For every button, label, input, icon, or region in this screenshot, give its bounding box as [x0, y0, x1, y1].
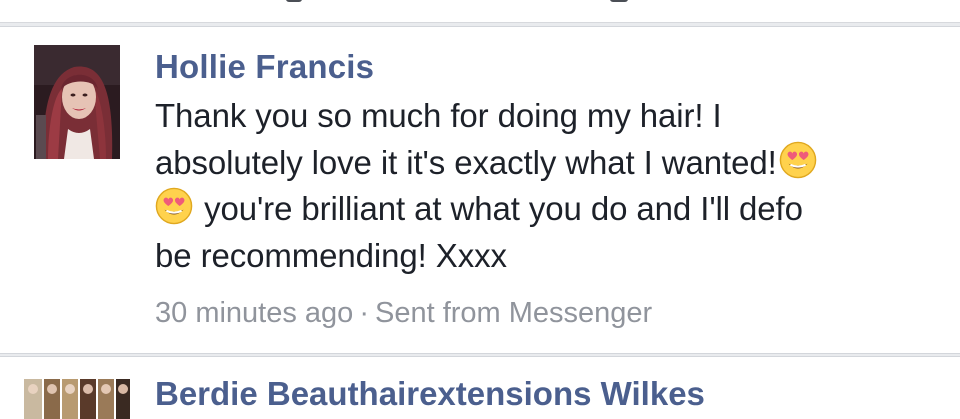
message-text: Thank you so much for doing my hair! I a…	[155, 93, 945, 279]
message-line: Thank you so much for doing my hair! I	[155, 97, 722, 134]
message-line-text: you're brilliant at what you do and I'll…	[204, 190, 803, 227]
messages-screen: Hollie Francis Thank you so much for doi…	[0, 0, 960, 419]
sender-name[interactable]: Berdie Beauthairextensions Wilkes	[155, 375, 705, 413]
message-line-text: absolutely love it it's exactly what I w…	[155, 143, 777, 181]
timestamp[interactable]: 30 minutes ago	[155, 297, 353, 329]
message-card[interactable]: Hollie Francis Thank you so much for doi…	[0, 26, 960, 354]
previous-message-text-fragment	[610, 0, 628, 2]
message-meta: 30 minutes ago · Sent from Messenger	[155, 297, 652, 330]
sender-name[interactable]: Hollie Francis	[155, 48, 374, 86]
previous-message-row	[0, 0, 960, 23]
avatar[interactable]	[22, 377, 132, 419]
message-line: you're brilliant at what you do and I'll…	[155, 186, 945, 233]
avatar-photo	[22, 377, 132, 419]
heart-eyes-emoji-icon	[155, 187, 193, 225]
message-line: be recommending! Xxxx	[155, 236, 507, 274]
avatar[interactable]	[34, 45, 120, 159]
message-line: absolutely love it it's exactly what I w…	[155, 140, 945, 187]
heart-eyes-emoji-icon	[779, 141, 816, 178]
meta-separator: ·	[359, 297, 369, 329]
sent-from-label: Sent from Messenger	[374, 297, 653, 329]
next-message-card[interactable]: Berdie Beauthairextensions Wilkes	[0, 356, 960, 419]
avatar-photo	[34, 45, 120, 159]
previous-message-text-fragment	[286, 0, 302, 2]
